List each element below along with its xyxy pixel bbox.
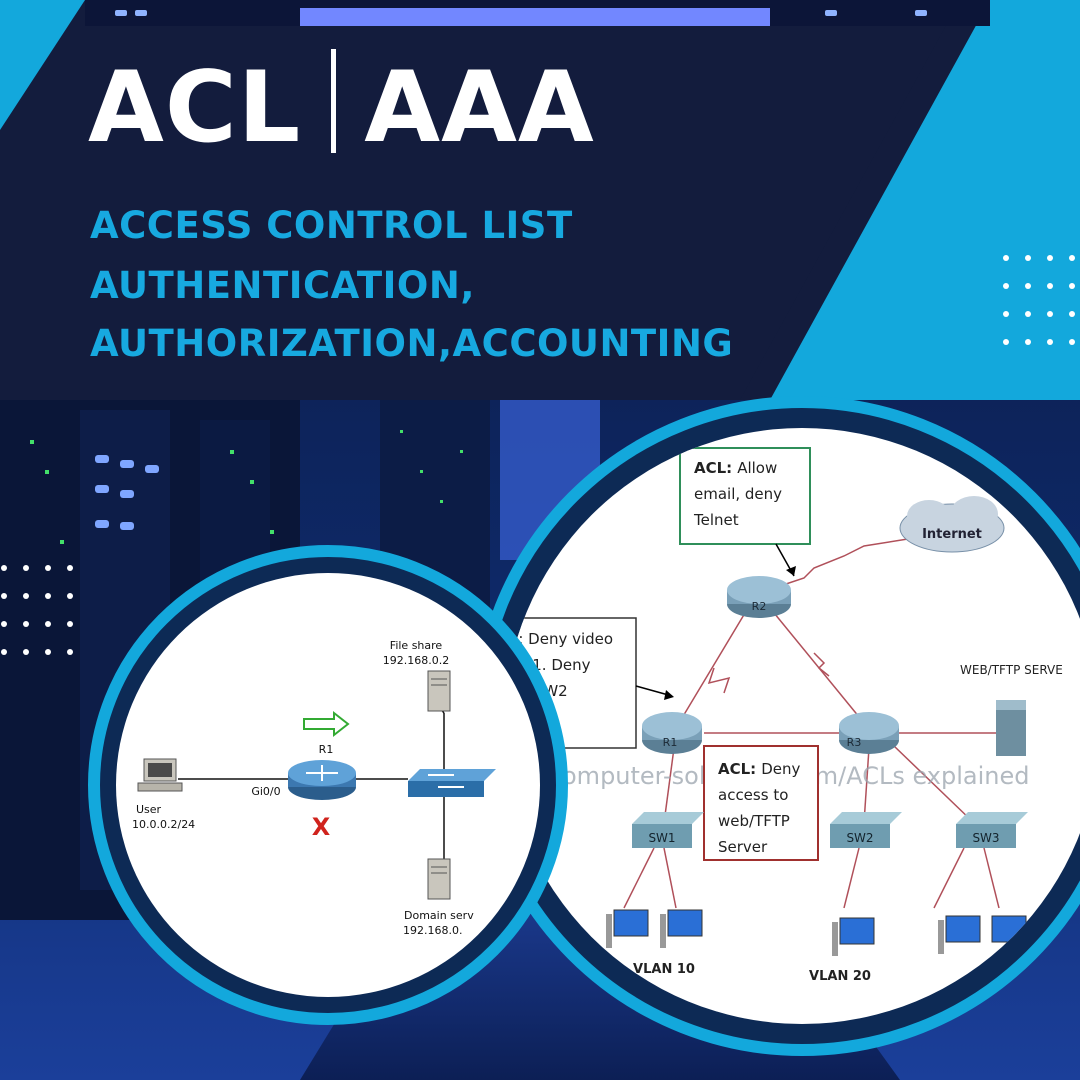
svg-text:VLAN 20: VLAN 20 — [809, 969, 871, 984]
svg-text:WEB/TFTP SERVE: WEB/TFTP SERVE — [960, 663, 1063, 677]
right-diagram-circle: ACL: Allow email, deny Telnet Internet R2… — [504, 428, 1080, 1024]
svg-text:Gi0/0: Gi0/0 — [251, 785, 280, 798]
title-separator — [331, 49, 337, 153]
left-diagram-circle: File share 192.168.0.2 R1 Gi0/0 X User 1… — [116, 573, 540, 997]
svg-text:Domain serv: Domain serv — [404, 909, 474, 922]
page-title: ACL AAA — [88, 48, 595, 168]
router-r2-icon: R2 — [727, 576, 791, 618]
subtitle-line-2: AUTHENTICATION, — [90, 264, 475, 307]
block-x-icon: X — [312, 813, 331, 841]
subtitle-line-3: AUTHORIZATION,ACCOUNTING — [90, 322, 734, 365]
svg-text:L: Deny video: L: Deny video — [510, 630, 613, 648]
svg-text:SW2: SW2 — [846, 831, 873, 845]
svg-text:Telnet: Telnet — [693, 511, 739, 529]
svg-text:User: User — [136, 803, 162, 816]
svg-text:R3: R3 — [847, 736, 862, 749]
domain-server-icon — [427, 858, 451, 900]
switch-icon — [408, 769, 496, 797]
svg-text:R2: R2 — [752, 600, 767, 613]
svg-text:10.0.0.2/24: 10.0.0.2/24 — [132, 818, 195, 831]
router-r3-icon: R3 — [839, 712, 899, 754]
router-r1-icon — [288, 760, 356, 800]
simple-acl-diagram: File share 192.168.0.2 R1 Gi0/0 X User 1… — [132, 639, 496, 937]
switch-sw2-icon: SW2 — [830, 812, 902, 848]
svg-text:web/TFTP: web/TFTP — [718, 812, 790, 830]
file-share-server-icon — [427, 670, 451, 712]
svg-text:192.168.0.2: 192.168.0.2 — [383, 654, 449, 667]
svg-text:access to: access to — [718, 786, 788, 804]
title-aaa: AAA — [364, 51, 595, 165]
svg-text:Server: Server — [718, 838, 768, 856]
title-acl: ACL — [88, 51, 302, 165]
user-pc-icon — [137, 758, 183, 792]
svg-text:R1: R1 — [319, 743, 334, 756]
svg-text:192.168.0.: 192.168.0. — [403, 924, 462, 937]
svg-text:VLAN 10: VLAN 10 — [633, 962, 695, 977]
dot-grid-left — [1, 565, 73, 655]
internet-cloud-icon: Internet — [899, 496, 1005, 553]
switch-sw1-icon: SW1 — [632, 812, 704, 848]
router-r1-icon: R1 — [642, 712, 702, 754]
acl-network-diagram: ACL: Allow email, deny Telnet Internet R2… — [504, 447, 1063, 984]
svg-text:SW1: SW1 — [648, 831, 675, 845]
svg-text:email, deny: email, deny — [694, 485, 782, 503]
pc-towers — [606, 914, 944, 956]
svg-text:Internet: Internet — [922, 527, 982, 542]
svg-text:File share: File share — [390, 639, 443, 652]
web-server-icon — [996, 700, 1026, 756]
top-photo-strip — [85, 0, 990, 26]
dot-grid-right — [1003, 255, 1075, 345]
pc-icons — [613, 909, 1027, 945]
arrow-right-icon — [303, 710, 350, 738]
switch-sw3-icon: SW3 — [956, 812, 1028, 848]
svg-text:SW3: SW3 — [972, 831, 999, 845]
subtitle-line-1: ACCESS CONTROL LIST — [90, 204, 573, 247]
svg-text:R1: R1 — [663, 736, 678, 749]
